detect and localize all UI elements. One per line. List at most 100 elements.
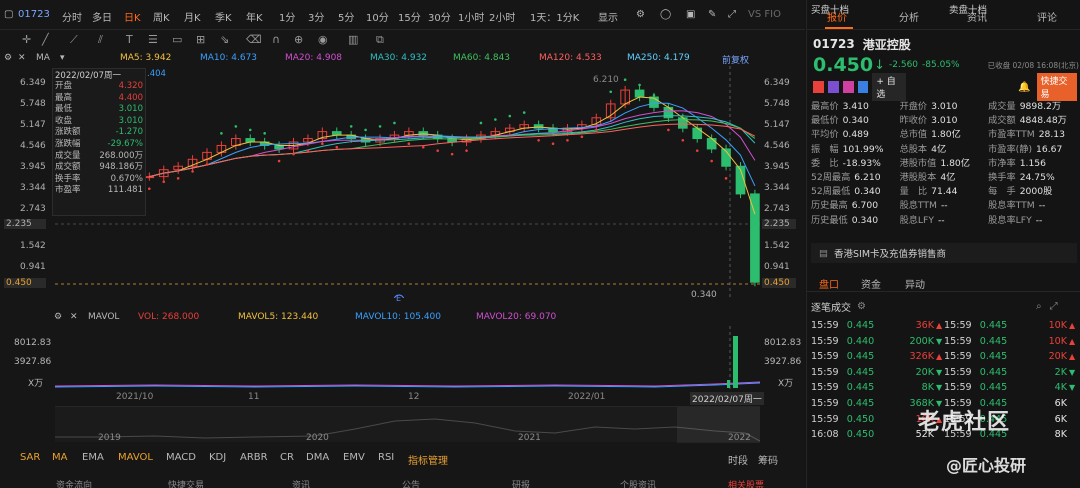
period-11[interactable]: 15分: [398, 9, 421, 24]
tab-related[interactable]: 相关股票: [728, 478, 764, 488]
tick-time: 15:59: [944, 335, 972, 347]
ind-emv[interactable]: EMV: [343, 452, 365, 463]
ind-ma[interactable]: MA: [52, 452, 67, 463]
adjust-label[interactable]: 前复权: [722, 53, 749, 66]
layout-icon[interactable]: ▢: [4, 9, 13, 20]
period-12[interactable]: 30分: [428, 9, 451, 24]
tab-funds[interactable]: 资金: [861, 276, 881, 291]
tab-book[interactable]: 盘口: [819, 276, 839, 291]
tab-comments[interactable]: 评论: [1037, 9, 1057, 24]
chips-button[interactable]: 筹码: [758, 452, 778, 467]
stat-value: 0.340: [854, 186, 881, 198]
timeline-navigator[interactable]: [55, 406, 761, 443]
period-2[interactable]: 日K: [124, 9, 141, 24]
fib-tool-icon[interactable]: ☰: [148, 33, 158, 46]
tab-moves[interactable]: 异动: [905, 276, 925, 291]
period-10[interactable]: 10分: [366, 9, 389, 24]
ticks-expand-icon[interactable]: ⤢: [1050, 301, 1058, 312]
tab-analysis[interactable]: 分析: [899, 9, 919, 24]
period-13[interactable]: 1小时: [458, 9, 484, 24]
ind-dma[interactable]: DMA: [306, 452, 329, 463]
period-4[interactable]: 月K: [184, 9, 201, 24]
ind-rsi[interactable]: RSI: [378, 452, 394, 463]
period-8[interactable]: 3分: [308, 9, 324, 24]
period-14[interactable]: 2小时: [489, 9, 515, 24]
period-1[interactable]: 多日: [92, 9, 112, 24]
ind-kdj[interactable]: KDJ: [209, 452, 226, 463]
period-3[interactable]: 周K: [153, 9, 170, 24]
axis-label: 3.344: [764, 183, 790, 193]
ind-cr[interactable]: CR: [280, 452, 294, 463]
text-tool-icon[interactable]: T: [126, 33, 133, 46]
camera-icon[interactable]: ▣: [686, 9, 695, 20]
pen-icon[interactable]: ✎: [708, 9, 716, 20]
crosshair-icon[interactable]: ✛: [22, 33, 31, 46]
company-promo[interactable]: ▤ 香港SIM卡及充值券销售商: [811, 243, 1077, 263]
quick-trade-button[interactable]: 快捷交易: [1036, 73, 1078, 101]
price-chart[interactable]: 6.210 0.340: [55, 66, 760, 298]
ticks-settings-icon[interactable]: ⚙: [857, 301, 866, 312]
event-marker[interactable]: E: [396, 294, 401, 303]
ind-macd[interactable]: MACD: [166, 452, 196, 463]
period-9[interactable]: 5分: [338, 9, 354, 24]
line-tool-icon[interactable]: ╱: [42, 33, 49, 46]
copy-icon[interactable]: ⧉: [376, 33, 384, 47]
ticks-search-icon[interactable]: ⌕: [1036, 301, 1042, 312]
price-change: -2.560: [889, 60, 919, 70]
lock-icon[interactable]: ⊕: [294, 33, 303, 46]
ind-mavol[interactable]: MAVOL: [118, 452, 153, 463]
circle-icon[interactable]: ◯: [660, 9, 671, 20]
ind-arbr[interactable]: ARBR: [240, 452, 268, 463]
tab-news[interactable]: 资讯: [292, 478, 310, 488]
chart-settings-icon[interactable]: ⚙: [4, 53, 12, 63]
tick-time: 15:59: [811, 382, 839, 394]
tooltip-key: 市盈率: [55, 185, 81, 196]
volume-chart[interactable]: [55, 326, 760, 390]
period-0[interactable]: 分时: [62, 9, 82, 24]
parallel-tool-icon[interactable]: ⫽: [98, 33, 103, 47]
vol-axis-label: 8012.83: [764, 338, 802, 348]
magnet-icon[interactable]: ∩: [272, 33, 280, 46]
eye-icon[interactable]: ◉: [318, 33, 328, 46]
tab-quick-trade[interactable]: 快捷交易: [168, 478, 204, 488]
vol-close-icon[interactable]: ✕: [70, 312, 78, 322]
ma-label[interactable]: MA: [36, 53, 50, 63]
trash-icon[interactable]: ▥: [348, 33, 358, 46]
ma-menu-icon[interactable]: ▾: [60, 53, 65, 63]
ind-ema[interactable]: EMA: [82, 452, 104, 463]
sar-dot: [522, 111, 526, 114]
tab-notices[interactable]: 公告: [402, 478, 420, 488]
tab-capital-flow[interactable]: 资金流向: [56, 478, 92, 488]
ind-sar[interactable]: SAR: [20, 452, 40, 463]
measure-tool-icon[interactable]: ⊞: [196, 33, 205, 46]
vol-settings-icon[interactable]: ⚙: [54, 312, 62, 322]
mavol-legend: ⚙ ✕ MAVOL VOL: 268.000 MAVOL5: 123.440 M…: [0, 311, 805, 325]
session-button[interactable]: 时段: [728, 452, 748, 467]
hide-icon[interactable]: ✕: [18, 53, 26, 63]
settings-icon[interactable]: ⚙: [636, 9, 645, 20]
period-5[interactable]: 季K: [215, 9, 232, 24]
sar-dot: [162, 180, 166, 184]
sar-dot: [220, 132, 223, 135]
mavol-label[interactable]: MAVOL: [88, 312, 119, 322]
indicator-manage[interactable]: 指标管理: [408, 452, 448, 467]
range-select[interactable]: 1天：1分K: [530, 9, 579, 24]
period-6[interactable]: 年K: [246, 9, 263, 24]
watchlist-button[interactable]: + 自选: [872, 73, 907, 101]
eraser-icon[interactable]: ⌫: [246, 33, 262, 46]
arrow-tool-icon[interactable]: ⇘: [220, 33, 229, 46]
sar-dot: [349, 125, 353, 128]
tab-reports[interactable]: 研报: [512, 478, 530, 488]
stat-value: 4848.48万: [1019, 115, 1067, 127]
expand-icon[interactable]: ⤢: [728, 9, 736, 20]
bell-icon[interactable]: 🔔: [1018, 82, 1030, 93]
tick-entry: 15:59 0.445 36K ▲: [811, 318, 944, 334]
ohlc-tooltip: 2022/02/07周一 开盘 4.320 最高 4.400 最低 3.010 收盘 3…: [52, 68, 146, 216]
shape-tool-icon[interactable]: ▭: [172, 33, 182, 46]
trend-tool-icon[interactable]: ⟋: [70, 33, 78, 47]
display-menu[interactable]: 显示: [598, 9, 618, 24]
tooltip-key: 最低: [55, 104, 73, 115]
tick-arrow-icon: ▼: [935, 367, 943, 377]
tab-stock-news[interactable]: 个股资讯: [620, 478, 656, 488]
period-7[interactable]: 1分: [279, 9, 295, 24]
